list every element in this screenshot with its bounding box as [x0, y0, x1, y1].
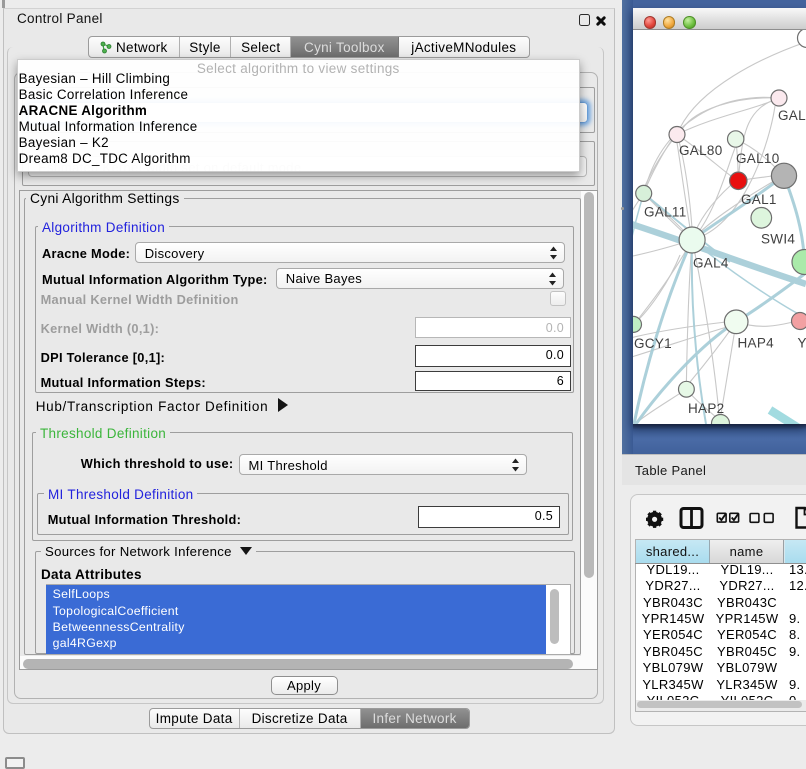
svg-text:GAL2: GAL2: [778, 108, 806, 123]
svg-text:Y: Y: [798, 336, 806, 351]
svg-text:SWI4: SWI4: [761, 232, 795, 247]
svg-text:HAP2: HAP2: [688, 401, 724, 416]
svg-text:GCY1: GCY1: [634, 336, 672, 351]
svg-text:GAL10: GAL10: [736, 151, 780, 166]
svg-text:GAL4: GAL4: [693, 256, 729, 271]
svg-text:GAL80: GAL80: [679, 143, 723, 158]
svg-text:GAL1: GAL1: [741, 192, 777, 207]
svg-text:GAL11: GAL11: [644, 205, 687, 220]
svg-text:HAP4: HAP4: [738, 336, 775, 351]
